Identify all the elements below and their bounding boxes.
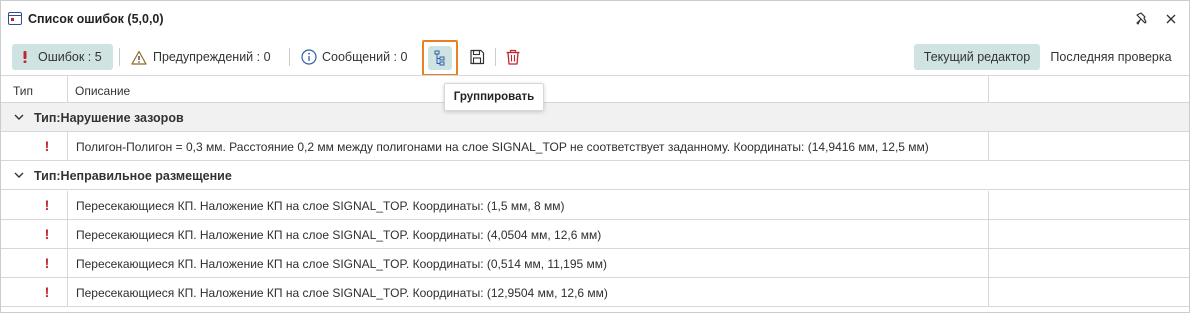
error-mark-icon: ! <box>44 284 50 300</box>
info-circle-icon <box>301 49 317 65</box>
group-label: Тип:Неправильное размещение <box>34 169 232 183</box>
pin-icon[interactable] <box>1135 11 1151 27</box>
chevron-down-icon[interactable] <box>13 170 25 180</box>
errors-filter-label: Ошибок : 5 <box>38 50 102 64</box>
warnings-filter-button[interactable]: Предупреждений : 0 <box>129 44 279 70</box>
title-bar: Список ошибок (5,0,0) <box>1 1 1189 37</box>
trash-icon[interactable] <box>504 48 522 66</box>
cell-divider <box>67 132 68 160</box>
group-row-clearance[interactable]: Тип:Нарушение зазоров <box>1 103 1189 132</box>
errors-filter-button[interactable]: Ошибок : 5 <box>12 44 113 70</box>
error-mark-icon: ! <box>44 197 50 213</box>
cell-divider <box>988 278 989 306</box>
error-list-window-icon <box>8 12 22 25</box>
table-row[interactable]: ! Пересекающиеся КП. Наложение КП на сло… <box>1 278 1189 307</box>
row-description: Пересекающиеся КП. Наложение КП на слое … <box>76 286 608 300</box>
table-row[interactable]: ! Пересекающиеся КП. Наложение КП на сло… <box>1 249 1189 278</box>
group-tooltip: Группировать <box>444 83 544 111</box>
toolbar-separator <box>289 48 290 66</box>
table-row[interactable]: ! Полигон-Полигон = 0,3 мм. Расстояние 0… <box>1 132 1189 161</box>
group-button-inner <box>428 46 452 70</box>
cell-divider <box>988 220 989 248</box>
row-description: Пересекающиеся КП. Наложение КП на слое … <box>76 257 608 271</box>
column-divider[interactable] <box>67 76 68 103</box>
cell-divider <box>67 278 68 306</box>
table-row[interactable]: ! Пересекающиеся КП. Наложение КП на сло… <box>1 191 1189 220</box>
warning-triangle-icon <box>131 50 147 65</box>
table-header: Тип Описание <box>1 75 1189 103</box>
column-divider[interactable] <box>988 76 989 103</box>
error-mark-icon: ! <box>44 255 50 271</box>
row-description: Полигон-Полигон = 0,3 мм. Расстояние 0,2… <box>76 140 929 154</box>
error-list-panel: Список ошибок (5,0,0) Ошибок : 5 Предупр… <box>0 0 1190 313</box>
save-icon[interactable] <box>468 48 486 66</box>
row-description: Пересекающиеся КП. Наложение КП на слое … <box>76 199 565 213</box>
last-check-button[interactable]: Последняя проверка <box>1046 44 1176 70</box>
group-button[interactable] <box>422 40 458 76</box>
group-row-placement[interactable]: Тип:Неправильное размещение <box>1 161 1189 190</box>
error-mark-icon: ! <box>44 226 50 242</box>
cell-divider <box>67 220 68 248</box>
close-icon[interactable] <box>1163 11 1179 27</box>
cell-divider <box>988 191 989 219</box>
row-description: Пересекающиеся КП. Наложение КП на слое … <box>76 228 602 242</box>
messages-filter-button[interactable]: Сообщений : 0 <box>299 44 413 70</box>
cell-divider <box>67 191 68 219</box>
warnings-filter-label: Предупреждений : 0 <box>153 50 271 64</box>
group-label: Тип:Нарушение зазоров <box>34 111 184 125</box>
column-header-type[interactable]: Тип <box>13 84 33 98</box>
cell-divider <box>988 249 989 277</box>
error-mark-icon: ! <box>44 138 50 154</box>
toolbar-separator <box>119 48 120 66</box>
group-tree-icon <box>434 50 445 66</box>
cell-divider <box>67 249 68 277</box>
window-title: Список ошибок (5,0,0) <box>28 12 164 26</box>
chevron-down-icon[interactable] <box>13 112 25 122</box>
cell-divider <box>988 132 989 160</box>
column-header-description[interactable]: Описание <box>75 84 130 98</box>
messages-filter-label: Сообщений : 0 <box>322 50 408 64</box>
toolbar-separator <box>495 48 496 66</box>
exclamation-icon <box>23 51 27 63</box>
table-row[interactable]: ! Пересекающиеся КП. Наложение КП на сло… <box>1 220 1189 249</box>
current-editor-button[interactable]: Текущий редактор <box>914 44 1040 70</box>
